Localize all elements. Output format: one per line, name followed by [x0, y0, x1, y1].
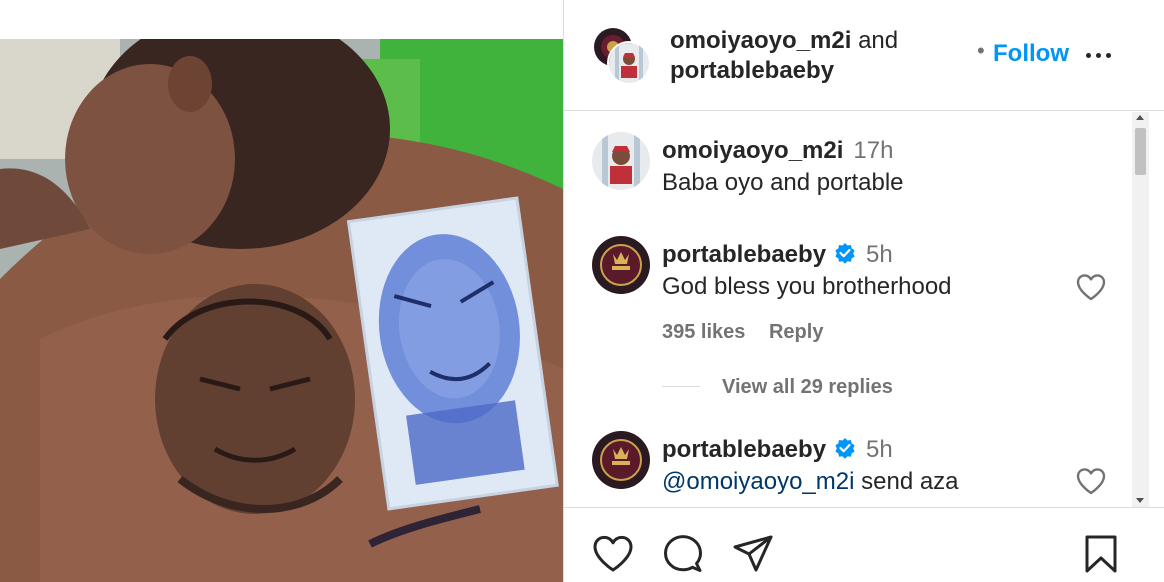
comment-avatar-omoiyaoyo[interactable]: [592, 132, 650, 190]
comment-3-text: @omoiyaoyo_m2i send aza: [662, 468, 959, 496]
comment-1-username-text[interactable]: omoiyaoyo_m2i: [662, 137, 843, 164]
comment-1-time: 17h: [853, 137, 894, 164]
comment-3-username[interactable]: portablebaeby 5h: [662, 436, 893, 464]
follow-button[interactable]: Follow: [993, 40, 1069, 68]
authors-connector: and: [858, 27, 899, 54]
comment-2-meta: 395 likes Reply: [662, 321, 841, 344]
comment-1-text: Baba oyo and portable: [662, 169, 904, 196]
comment-2-like-heart-icon[interactable]: [1076, 273, 1106, 301]
comments-list: omoiyaoyo_m2i 17h Baba oyo and portable p…: [564, 112, 1164, 507]
more-icon-dot-2: [1096, 53, 1101, 58]
post-details-panel: omoiyaoyo_m2i and portablebaeby • Follow: [564, 0, 1164, 582]
more-icon-dot-3: [1106, 53, 1111, 58]
post-image[interactable]: [0, 39, 563, 582]
scroll-down-arrow-icon[interactable]: [1136, 498, 1144, 503]
comments-scrollbar[interactable]: [1132, 112, 1149, 507]
comment-avatar-portablebaeby-2[interactable]: [592, 431, 650, 489]
more-options-button[interactable]: [1084, 43, 1116, 67]
comment-2-time: 5h: [866, 241, 893, 268]
comment-avatar-portablebaeby[interactable]: [592, 236, 650, 294]
view-all-replies-button[interactable]: View all 29 replies: [722, 376, 893, 399]
avatar-portablebaeby[interactable]: [607, 41, 651, 85]
view-replies-line: [662, 386, 700, 387]
comment-3-mention-link[interactable]: @omoiyaoyo_m2i: [662, 468, 854, 495]
photo-top-gap: [0, 0, 563, 39]
verified-badge-icon: [835, 438, 855, 459]
comment-3-like-heart-icon[interactable]: [1076, 467, 1106, 495]
bookmark-icon[interactable]: [1080, 534, 1122, 574]
comment-3-time: 5h: [866, 436, 893, 463]
comment-icon[interactable]: [662, 534, 704, 574]
more-icon-dot-1: [1086, 53, 1091, 58]
avatar-omoiyaoyo-photo: [592, 132, 650, 190]
comment-3-username-text[interactable]: portablebaeby: [662, 436, 826, 463]
author-portablebaeby-link[interactable]: portablebaeby: [670, 57, 834, 84]
comment-2-username[interactable]: portablebaeby 5h: [662, 241, 893, 269]
post-header: omoiyaoyo_m2i and portablebaeby • Follow: [564, 0, 1164, 111]
comment-2-username-text[interactable]: portablebaeby: [662, 241, 826, 268]
dot-separator: •: [977, 38, 985, 63]
comment-2-text: God bless you brotherhood: [662, 273, 952, 300]
comment-2-reply-button[interactable]: Reply: [769, 321, 823, 343]
comment-3-body: send aza: [854, 468, 959, 495]
post-action-bar: [564, 507, 1164, 582]
avatar-portablebaeby-image: [609, 43, 649, 83]
post-authors: omoiyaoyo_m2i and portablebaeby: [670, 26, 898, 86]
post-photo-illustration: [0, 39, 563, 582]
avatar-portablebaeby-logo: [592, 236, 650, 294]
author-omoiyaoyo-link[interactable]: omoiyaoyo_m2i: [670, 27, 851, 54]
scroll-thumb[interactable]: [1135, 128, 1146, 175]
heart-icon[interactable]: [592, 534, 634, 574]
verified-badge-icon: [835, 243, 855, 264]
send-icon[interactable]: [732, 534, 774, 574]
comment-2-likes[interactable]: 395 likes: [662, 321, 745, 343]
avatar-portablebaeby-logo-2: [592, 431, 650, 489]
scroll-up-arrow-icon[interactable]: [1136, 115, 1144, 120]
comment-1-username[interactable]: omoiyaoyo_m2i 17h: [662, 137, 893, 165]
